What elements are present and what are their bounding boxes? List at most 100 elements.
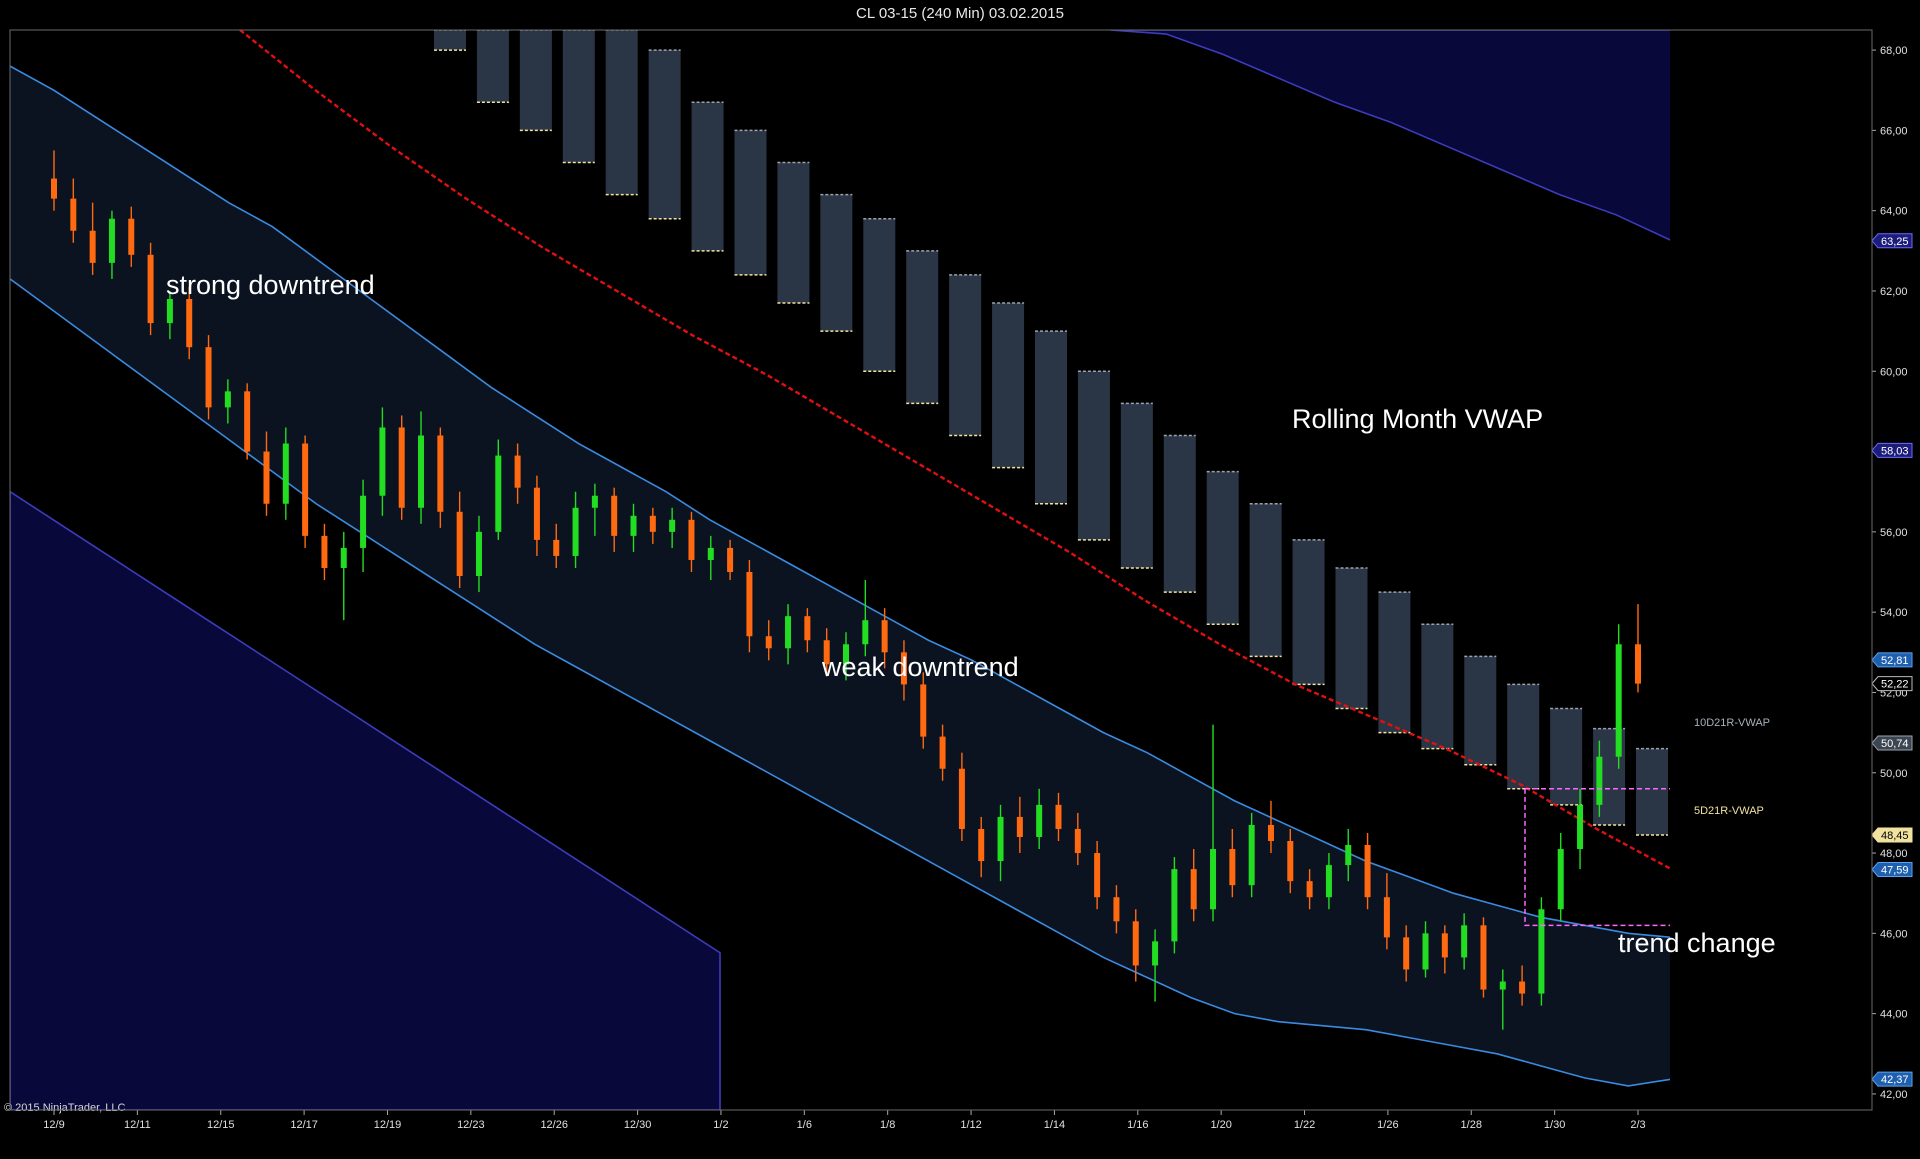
candle-body bbox=[997, 816, 1004, 862]
price-badge: 50,74 bbox=[1871, 735, 1913, 751]
price-tick-label: 68,00 bbox=[1880, 45, 1908, 57]
candle-body bbox=[89, 230, 96, 263]
candle-body bbox=[1577, 804, 1584, 850]
candle-body bbox=[804, 616, 811, 641]
candle bbox=[1557, 832, 1564, 922]
candle-body bbox=[1596, 756, 1603, 805]
candle-body bbox=[321, 535, 328, 568]
candle-body bbox=[1441, 933, 1448, 958]
candle-body bbox=[70, 198, 77, 231]
candle-body bbox=[1229, 849, 1236, 886]
candle bbox=[244, 383, 251, 460]
candle-body bbox=[1364, 845, 1371, 898]
price-badge-text: 42,37 bbox=[1881, 1074, 1909, 1086]
candle-body bbox=[1287, 841, 1294, 882]
value-box bbox=[992, 303, 1025, 468]
candle-body bbox=[1171, 869, 1178, 942]
price-tick-label: 44,00 bbox=[1880, 1009, 1908, 1021]
candle-body bbox=[1325, 865, 1332, 898]
price-chart[interactable]: strong downtrend weak downtrend Rolling … bbox=[0, 0, 1920, 1159]
date-tick-label: 12/11 bbox=[124, 1119, 151, 1131]
label-5d21r-vwap: 5D21R-VWAP bbox=[1694, 805, 1764, 817]
price-badge: 52,81 bbox=[1871, 652, 1913, 668]
value-box bbox=[476, 30, 509, 103]
candle-body bbox=[1422, 933, 1429, 970]
candle-body bbox=[1074, 828, 1081, 854]
date-axis[interactable]: 12/9 12/11 12/15 12/17 12/19 12/23 12/26 12/30 1… bbox=[10, 1109, 1872, 1131]
date-tick-label: 12/9 bbox=[43, 1119, 64, 1131]
value-box bbox=[1636, 748, 1668, 835]
candle-body bbox=[51, 178, 57, 199]
price-badge: 47,59 bbox=[1871, 862, 1913, 878]
legend-labels: 10D21R-VWAP 5D21R-VWAP bbox=[1694, 717, 1770, 817]
candle-body bbox=[224, 391, 231, 408]
date-tick-label: 1/26 bbox=[1377, 1119, 1398, 1131]
candle-body bbox=[688, 519, 695, 560]
candle bbox=[398, 415, 405, 520]
price-badge-text: 63,25 bbox=[1881, 236, 1909, 248]
date-tick-label: 2/3 bbox=[1630, 1119, 1645, 1131]
value-box bbox=[1035, 331, 1067, 504]
date-tick-label: 12/26 bbox=[540, 1119, 568, 1131]
date-tick-label: 1/6 bbox=[797, 1119, 812, 1131]
candle-body bbox=[244, 391, 251, 452]
candle-body bbox=[1557, 849, 1564, 910]
candle-body bbox=[1499, 981, 1506, 990]
candle bbox=[340, 531, 347, 621]
candle-body bbox=[1403, 937, 1410, 970]
candle-body bbox=[128, 218, 135, 255]
candle-body bbox=[302, 443, 309, 536]
candle bbox=[147, 242, 154, 336]
candle-body bbox=[881, 620, 888, 653]
price-badge: 63,25 bbox=[1871, 233, 1913, 249]
candle-body bbox=[611, 495, 618, 536]
candle-body bbox=[1267, 824, 1274, 842]
plot-area bbox=[10, 30, 1670, 1110]
candle-body bbox=[166, 298, 173, 324]
candle bbox=[1538, 897, 1545, 1006]
candle-body bbox=[340, 547, 347, 568]
value-box bbox=[1335, 567, 1368, 709]
price-tick-label: 62,00 bbox=[1880, 286, 1908, 298]
candle-body bbox=[1055, 804, 1062, 829]
date-tick-label: 1/8 bbox=[880, 1119, 895, 1131]
label-10d21r-vwap: 10D21R-VWAP bbox=[1694, 717, 1770, 729]
candle-body bbox=[649, 515, 656, 532]
date-tick-label: 1/30 bbox=[1544, 1119, 1565, 1131]
candle bbox=[1171, 857, 1178, 954]
value-box bbox=[1421, 624, 1454, 749]
annotation-strong-downtrend: strong downtrend bbox=[166, 270, 375, 300]
candle-body bbox=[1538, 909, 1545, 994]
date-tick-label: 1/16 bbox=[1127, 1119, 1148, 1131]
candle-body bbox=[360, 495, 367, 548]
value-box bbox=[648, 50, 681, 219]
value-box bbox=[906, 250, 939, 404]
candle-body bbox=[1094, 853, 1101, 898]
value-box bbox=[777, 162, 810, 304]
candle-body bbox=[418, 435, 425, 508]
candle-body bbox=[572, 507, 579, 556]
date-tick-label: 1/12 bbox=[960, 1119, 981, 1131]
candle-body bbox=[1480, 925, 1487, 990]
candle-body bbox=[263, 451, 270, 504]
chart-window: CL 03-15 (240 Min) 03.02.2015 strong dow… bbox=[0, 0, 1920, 1159]
price-tick-label: 66,00 bbox=[1880, 125, 1908, 137]
candle-body bbox=[398, 427, 405, 508]
price-axis[interactable]: 68,0066,0064,0062,0060,0058,0056,0054,00… bbox=[1871, 30, 1908, 1110]
candle-body bbox=[1615, 644, 1622, 757]
price-badge: 48,45 bbox=[1871, 827, 1913, 843]
candle-body bbox=[1383, 897, 1390, 938]
candle-body bbox=[1345, 845, 1352, 866]
candle bbox=[1615, 624, 1622, 769]
value-box bbox=[605, 30, 638, 195]
candle-body bbox=[785, 616, 792, 649]
candle-body bbox=[958, 768, 965, 829]
candle-body bbox=[591, 495, 598, 508]
price-tick-label: 64,00 bbox=[1880, 206, 1908, 218]
candle-body bbox=[437, 435, 444, 512]
price-badges: 63,25 58,03 52,81 52,22 50,74 48,45 47,59 42,37 bbox=[1871, 233, 1913, 1087]
price-badge-text: 52,81 bbox=[1881, 655, 1909, 667]
candle-body bbox=[939, 736, 946, 769]
value-box bbox=[434, 30, 466, 51]
price-tick-label: 60,00 bbox=[1880, 366, 1908, 378]
